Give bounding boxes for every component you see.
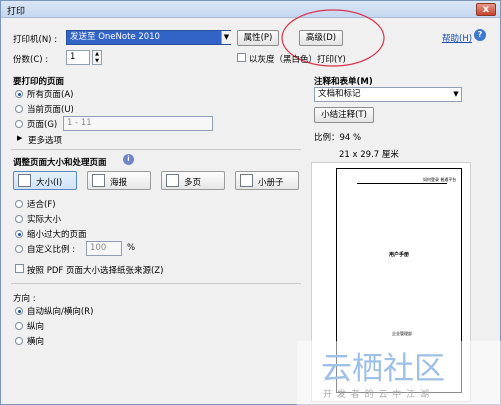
copies-value: 1 bbox=[70, 52, 76, 62]
pages-to-print-title: 要打印的页面 bbox=[13, 77, 65, 87]
shrink-oversized-label: 缩小过大的页面 bbox=[27, 230, 87, 240]
multiple-pages-icon bbox=[166, 174, 179, 187]
watermark-tagline: 开 发 者 的 云 中 江 湖 bbox=[323, 390, 431, 400]
chevron-down-icon[interactable]: ▼ bbox=[451, 88, 461, 101]
custom-scale-label: 自定义比例 : bbox=[27, 245, 76, 255]
page-sizing-title: 调整页面大小和处理页面 bbox=[13, 158, 107, 168]
poster-mode-button[interactable]: 海报 bbox=[87, 171, 151, 190]
custom-scale-input[interactable]: 100 bbox=[86, 241, 122, 256]
paper-source-label: 按照 PDF 页面大小选择纸张来源(Z) bbox=[27, 266, 164, 276]
window-title: 打印 bbox=[7, 7, 26, 17]
close-button[interactable]: x bbox=[476, 3, 496, 16]
page-footer-text: 企业管理部 bbox=[392, 331, 412, 336]
grayscale-checkbox[interactable] bbox=[237, 53, 246, 62]
all-pages-label: 所有页面(A) bbox=[27, 90, 74, 100]
info-icon[interactable]: i bbox=[123, 154, 134, 165]
paper-size-text: 21 x 29.7 厘米 bbox=[339, 150, 399, 160]
paper-source-checkbox[interactable] bbox=[15, 264, 24, 273]
radio-all-pages[interactable] bbox=[15, 90, 23, 98]
copies-input[interactable]: 1 bbox=[66, 50, 90, 65]
help-link[interactable]: 帮助(H) bbox=[442, 32, 472, 44]
radio-actual-size[interactable] bbox=[15, 215, 23, 223]
printer-select[interactable]: 发送至 OneNote 2010 bbox=[66, 30, 231, 45]
poster-icon bbox=[92, 174, 105, 187]
fit-label: 适合(F) bbox=[27, 200, 56, 210]
help-icon[interactable]: ? bbox=[474, 29, 486, 41]
title-bar[interactable]: 打印 x bbox=[1, 1, 500, 18]
radio-custom-scale[interactable] bbox=[15, 245, 23, 253]
watermark-brand: 云栖社区 bbox=[321, 351, 445, 387]
printer-dropdown-arrow[interactable]: ▼ bbox=[221, 31, 231, 44]
divider bbox=[11, 283, 301, 284]
radio-shrink-oversized[interactable] bbox=[15, 230, 23, 238]
percent-sign: % bbox=[127, 243, 136, 253]
grayscale-label: 以灰度（黑白色）打印(Y) bbox=[249, 55, 346, 65]
radio-current-page[interactable] bbox=[15, 105, 23, 113]
divider bbox=[11, 149, 301, 150]
expand-triangle-icon[interactable]: ▶ bbox=[17, 134, 22, 142]
custom-scale-value: 100 bbox=[90, 243, 107, 253]
comments-forms-title: 注释和表单(M) bbox=[314, 77, 373, 87]
size-mode-label: 大小(I) bbox=[36, 178, 63, 188]
actual-size-label: 实际大小 bbox=[27, 215, 62, 225]
multiple-pages-mode-button[interactable]: 多页 bbox=[161, 171, 225, 190]
page-range-placeholder: 1 - 11 bbox=[67, 118, 92, 128]
landscape-label: 横向 bbox=[27, 337, 45, 347]
copies-stepper[interactable]: ▲ ▼ bbox=[92, 50, 102, 65]
summarize-comments-button[interactable]: 小结注释(T) bbox=[314, 107, 374, 123]
auto-orientation-label: 自动纵向/横向(R) bbox=[27, 307, 94, 317]
comments-forms-select[interactable]: 文档和标记 bbox=[314, 87, 462, 102]
printer-select-value: 发送至 OneNote 2010 bbox=[70, 32, 160, 42]
booklet-mode-button[interactable]: 小册子 bbox=[235, 171, 299, 190]
radio-page-range[interactable] bbox=[15, 120, 23, 128]
more-options-link[interactable]: 更多选项 bbox=[28, 134, 62, 146]
page-range-label: 页面(G) bbox=[27, 120, 58, 130]
print-dialog: 打印 x 打印机(N) : 发送至 OneNote 2010 ▼ 属性(P) 高… bbox=[0, 0, 501, 405]
size-mode-button[interactable]: 大小(I) bbox=[13, 171, 77, 190]
current-page-label: 当前页面(U) bbox=[27, 105, 74, 115]
radio-portrait[interactable] bbox=[15, 322, 23, 330]
radio-landscape[interactable] bbox=[15, 337, 23, 345]
page-header-rule bbox=[357, 183, 447, 184]
page-range-input[interactable]: 1 - 11 bbox=[63, 116, 213, 131]
radio-fit[interactable] bbox=[15, 200, 23, 208]
scale-text: 比例：94 % bbox=[314, 133, 362, 143]
booklet-icon bbox=[240, 174, 253, 187]
orientation-title: 方向 : bbox=[13, 294, 36, 304]
portrait-label: 纵向 bbox=[27, 322, 45, 332]
watermark: 云栖社区 开 发 者 的 云 中 江 湖 bbox=[297, 341, 501, 405]
comments-forms-value: 文档和标记 bbox=[318, 89, 361, 99]
printer-label: 打印机(N) : bbox=[13, 35, 58, 45]
booklet-mode-label: 小册子 bbox=[258, 178, 284, 188]
multiple-pages-mode-label: 多页 bbox=[184, 178, 202, 188]
size-icon bbox=[18, 174, 31, 187]
radio-auto-orientation[interactable] bbox=[15, 307, 23, 315]
page-title-text: 用户手册 bbox=[389, 252, 410, 258]
poster-mode-label: 海报 bbox=[110, 178, 128, 188]
copies-label: 份数(C) : bbox=[13, 55, 49, 65]
properties-button[interactable]: 属性(P) bbox=[237, 30, 279, 46]
